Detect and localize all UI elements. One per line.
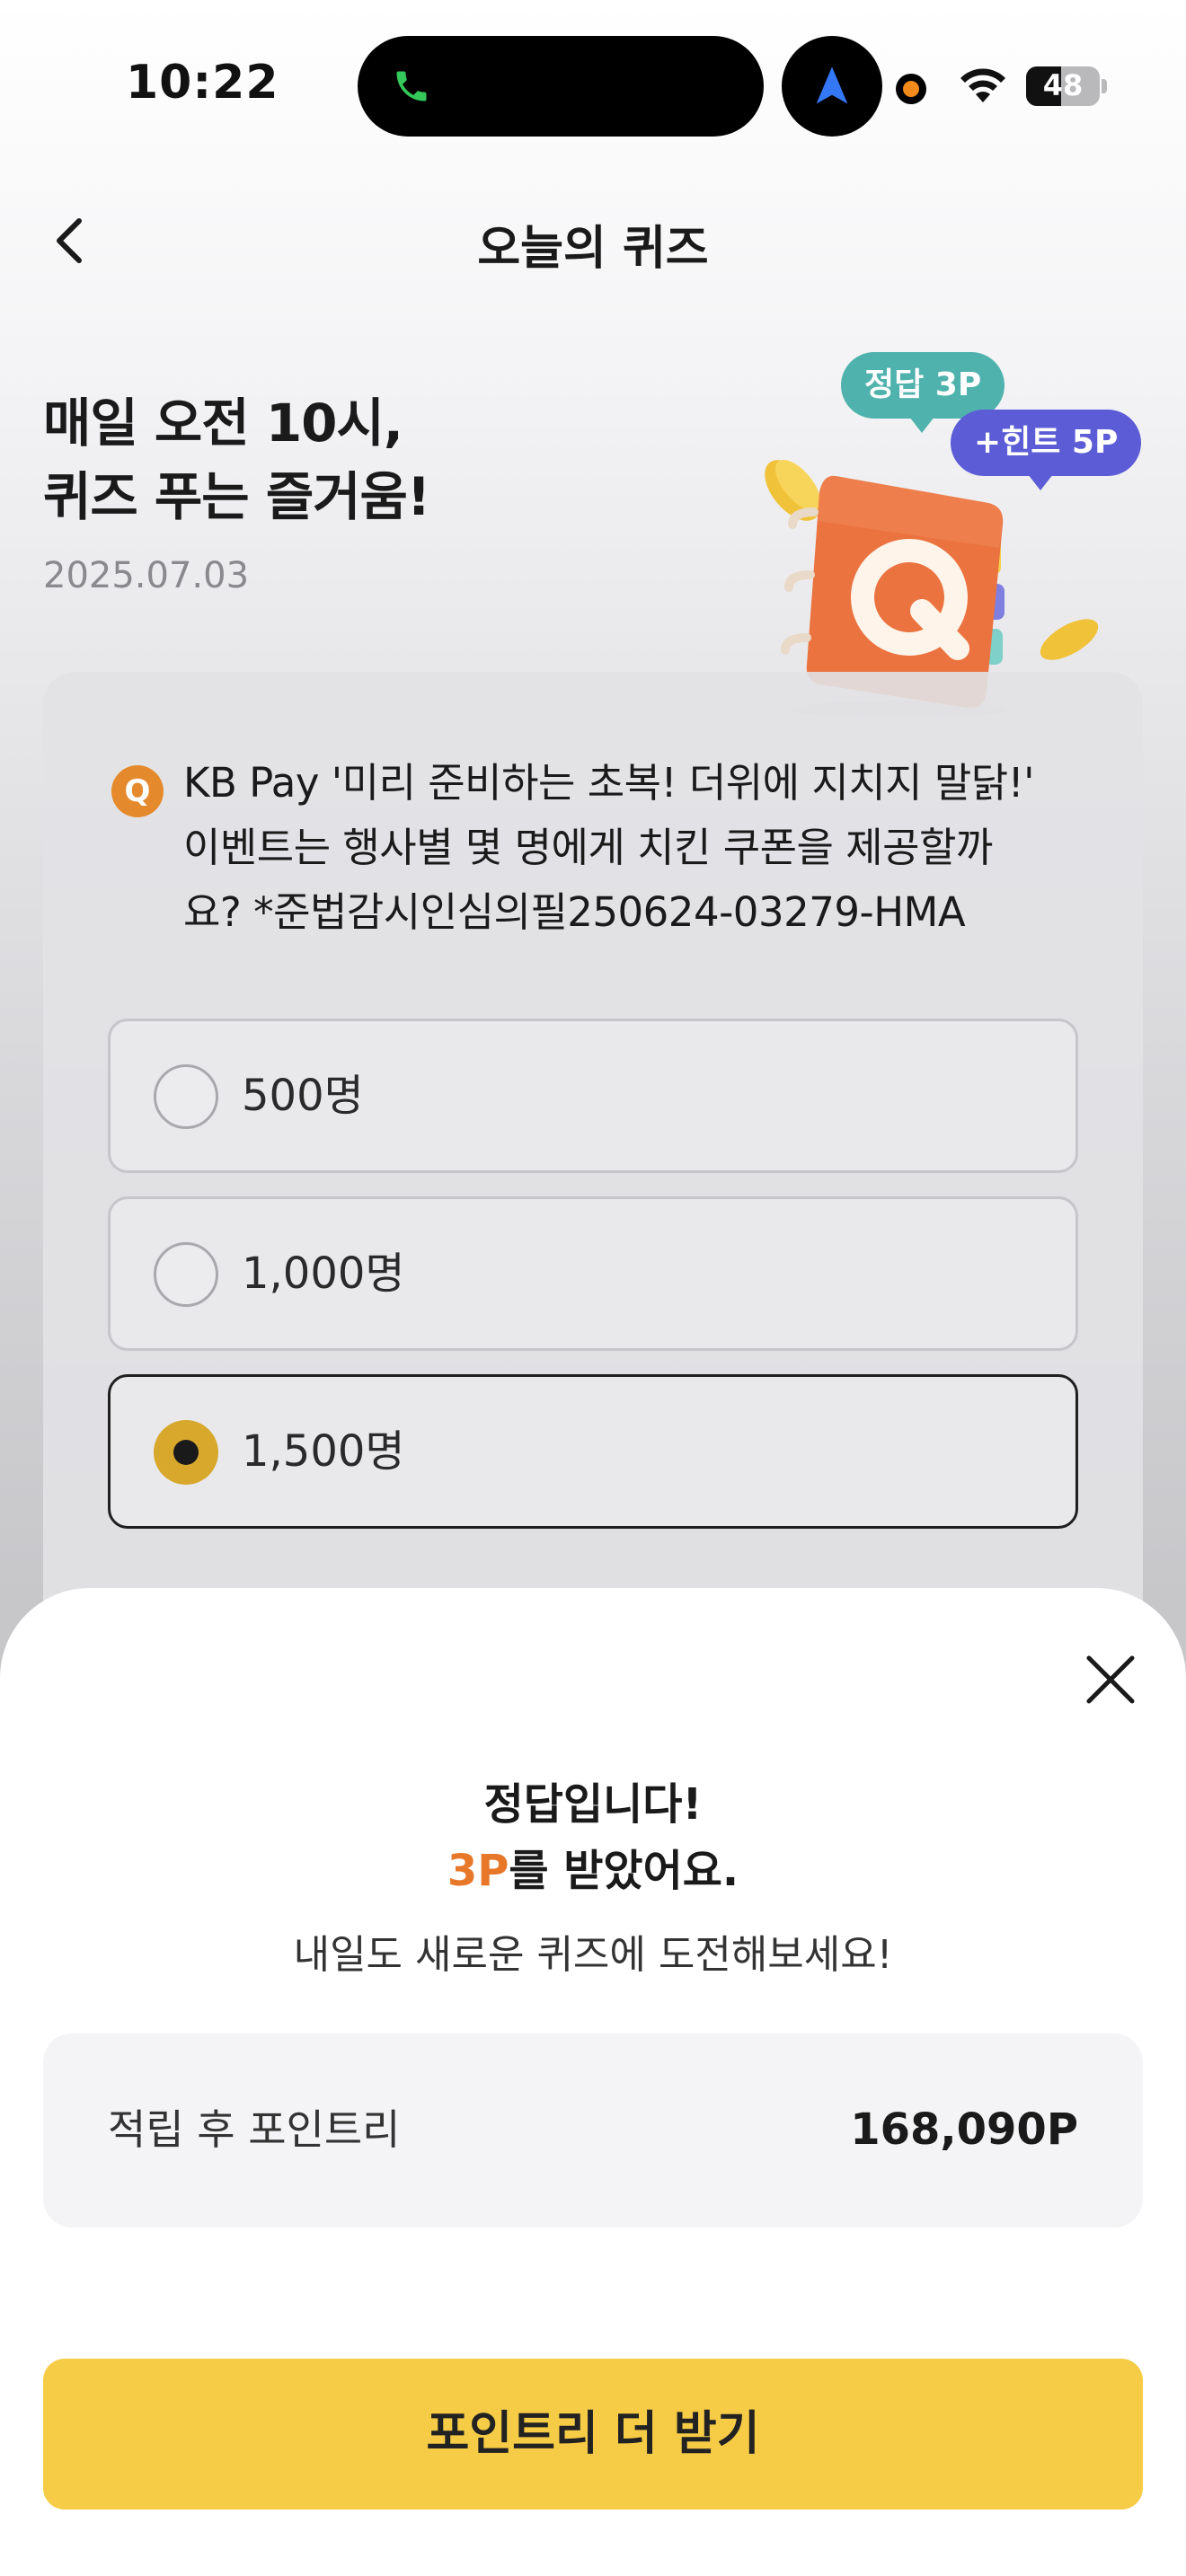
hint-points-tag: +힌트 5P: [951, 410, 1142, 490]
quiz-question: KB Pay '미리 준비하는 초복! 더위에 지치지 말닭!' 이벤트는 행사…: [183, 751, 1046, 945]
radio-button[interactable]: [154, 1064, 218, 1129]
option-label: 1,500명: [242, 1426, 405, 1477]
hero-title-line1: 매일 오전 10시,: [43, 393, 403, 454]
close-icon[interactable]: [1084, 1653, 1137, 1707]
points-earned: 3P: [447, 1846, 509, 1896]
phone-call-icon: [396, 71, 427, 101]
radio-button[interactable]: [154, 1420, 218, 1485]
balance-value: 168,090P: [850, 2104, 1078, 2155]
recording-indicator: [896, 74, 926, 104]
status-time: 10:22: [126, 56, 279, 110]
answer-points-tag: 정답 3P: [841, 352, 1005, 433]
navigation-indicator: [782, 36, 882, 137]
more-points-button[interactable]: 포인트리 더 받기: [43, 2359, 1143, 2510]
question-line3: 요? *준법감시인심의필250624-03279-HMA: [183, 888, 966, 936]
dynamic-island[interactable]: [358, 36, 764, 137]
option-label: 500명: [242, 1071, 364, 1121]
question-line1: KB Pay '미리 준비하는 초복! 더위에 지치지 말닭!': [183, 759, 1035, 807]
result-title: 정답입니다!: [483, 1779, 703, 1830]
quiz-option[interactable]: 1,500명: [108, 1374, 1078, 1529]
location-arrow-icon: [816, 66, 848, 104]
battery-level: 48: [1042, 68, 1084, 102]
hero-title: 매일 오전 10시, 퀴즈 푸는 즐거움!: [43, 386, 430, 534]
question-badge-icon: Q: [111, 765, 164, 817]
quiz-option[interactable]: 1,000명: [108, 1196, 1078, 1351]
quiz-date: 2025.07.03: [43, 555, 250, 596]
question-line2: 이벤트는 행사별 몇 명에게 치킨 쿠폰을 제공할까: [183, 824, 993, 871]
points-earned-message: 3P를 받았어요.: [0, 1838, 1186, 1904]
page-title: 오늘의 퀴즈: [477, 222, 709, 276]
option-label: 1,000명: [242, 1248, 405, 1299]
quiz-option[interactable]: 500명: [108, 1019, 1078, 1173]
points-earned-suffix: 를 받았어요.: [509, 1846, 739, 1896]
battery-icon: 48: [1026, 66, 1100, 106]
result-subtitle: 내일도 새로운 퀴즈에 도전해보세요!: [293, 1932, 893, 1978]
battery-tip: [1102, 79, 1107, 93]
radio-button[interactable]: [154, 1242, 218, 1307]
hero-title-line2: 퀴즈 푸는 즐거움!: [43, 466, 430, 527]
balance-label: 적립 후 포인트리: [108, 2105, 401, 2154]
wifi-icon: [960, 68, 1005, 102]
